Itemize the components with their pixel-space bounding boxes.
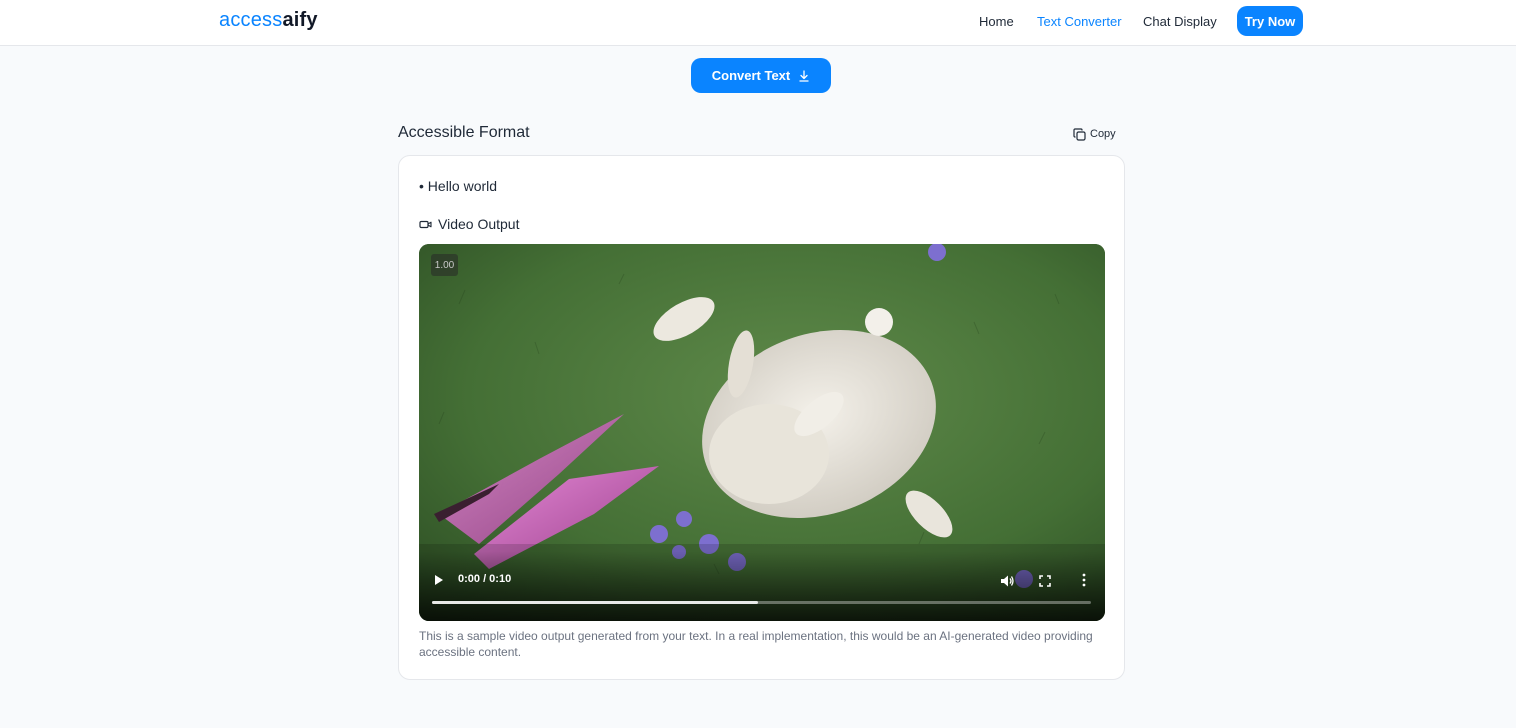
download-icon: [799, 69, 809, 82]
logo-text-access: access: [219, 9, 283, 31]
logo[interactable]: accessaify: [219, 9, 318, 32]
copy-button[interactable]: Copy: [1073, 126, 1116, 142]
output-card: • Hello world Video Output 1.00 0:00 / 0…: [398, 155, 1125, 680]
playback-rate-badge: 1.00: [431, 254, 458, 276]
nav-home[interactable]: Home: [979, 14, 1014, 29]
video-output-label: Video Output: [438, 216, 520, 232]
try-now-button[interactable]: Try Now: [1237, 6, 1303, 36]
convert-text-button[interactable]: Convert Text: [691, 58, 831, 93]
video-caption: This is a sample video output generated …: [419, 629, 1093, 659]
accessible-format-title: Accessible Format: [398, 124, 530, 141]
convert-text-label: Convert Text: [711, 68, 791, 83]
copy-icon: [1073, 127, 1086, 141]
logo-text-aify: aify: [282, 9, 318, 31]
video-output-heading: Video Output: [419, 216, 519, 232]
nav-text-converter[interactable]: Text Converter: [1037, 14, 1122, 29]
volume-icon[interactable]: [1000, 574, 1014, 588]
more-vert-icon[interactable]: [1078, 573, 1090, 587]
video-player[interactable]: 1.00 0:00 / 0:10: [419, 244, 1105, 621]
play-icon[interactable]: [433, 574, 445, 586]
output-bullet: • Hello world: [419, 178, 498, 194]
video-progress-bar[interactable]: [432, 601, 1091, 604]
video-buffered-bar: [432, 601, 759, 604]
top-navbar: accessaify Home Text Converter Chat Disp…: [0, 0, 1516, 46]
fullscreen-icon[interactable]: [1039, 575, 1051, 587]
video-time: 0:00 / 0:10: [458, 573, 512, 585]
copy-label: Copy: [1090, 128, 1116, 140]
video-camera-icon: [419, 220, 432, 228]
nav-chat-display[interactable]: Chat Display: [1143, 14, 1217, 29]
